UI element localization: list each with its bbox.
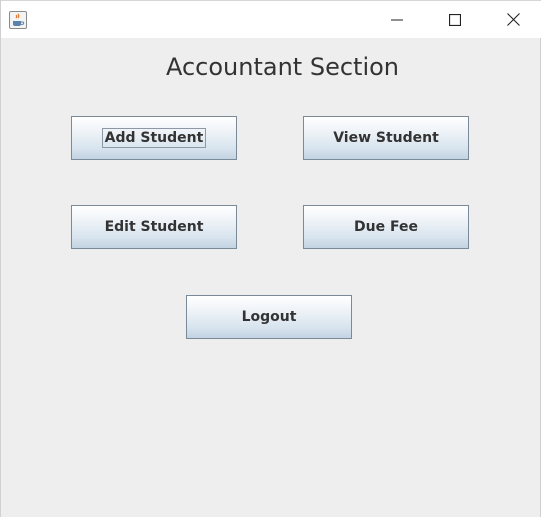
close-button[interactable] (490, 1, 536, 39)
add-student-label: Add Student (101, 128, 207, 148)
add-student-button[interactable]: Add Student (71, 116, 237, 160)
minimize-icon (391, 11, 403, 30)
edit-student-button[interactable]: Edit Student (71, 205, 237, 249)
java-cup-icon (9, 11, 27, 29)
view-student-button[interactable]: View Student (303, 116, 469, 160)
app-window: Accountant Section Add Student View Stud… (0, 0, 541, 517)
minimize-button[interactable] (374, 1, 420, 39)
title-bar[interactable] (1, 0, 541, 38)
page-title: Accountant Section (165, 53, 400, 81)
maximize-icon (448, 11, 462, 30)
due-fee-label: Due Fee (354, 219, 418, 235)
maximize-button[interactable] (432, 1, 478, 39)
due-fee-button[interactable]: Due Fee (303, 205, 469, 249)
close-icon (506, 11, 520, 30)
edit-student-label: Edit Student (104, 219, 204, 235)
view-student-label: View Student (333, 130, 439, 146)
logout-button[interactable]: Logout (186, 295, 352, 339)
logout-label: Logout (241, 309, 297, 325)
